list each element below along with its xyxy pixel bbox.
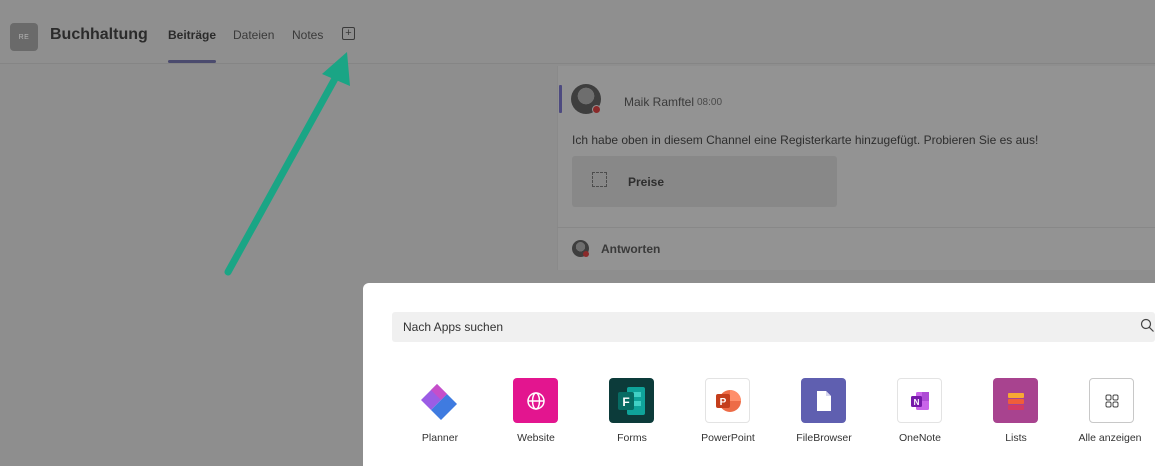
grid-icon bbox=[1089, 378, 1134, 423]
onenote-icon: N bbox=[897, 378, 942, 423]
channel-header: RE Buchhaltung Beiträge Dateien Notes + bbox=[0, 0, 1155, 64]
svg-text:N: N bbox=[913, 398, 919, 407]
reply-status-badge bbox=[583, 251, 589, 257]
team-avatar[interactable]: RE bbox=[10, 23, 38, 51]
file-icon bbox=[801, 378, 846, 423]
app-label: Alle anzeigen bbox=[1078, 432, 1142, 444]
tab-notes[interactable]: Notes bbox=[292, 28, 323, 42]
post-timestamp: 08:00 bbox=[697, 97, 723, 108]
status-badge bbox=[592, 105, 601, 114]
app-label: OneNote bbox=[898, 432, 942, 444]
svg-text:F: F bbox=[622, 395, 629, 409]
app-show-all[interactable]: Alle anzeigen bbox=[1065, 378, 1155, 448]
app-label: Planner bbox=[421, 432, 459, 444]
app-lists[interactable]: Lists bbox=[971, 378, 1061, 448]
post-author[interactable]: Maik Ramftel bbox=[624, 95, 694, 109]
tab-card-label: Preise bbox=[628, 175, 665, 189]
powerpoint-icon: P bbox=[705, 378, 750, 423]
forms-icon: F bbox=[609, 378, 654, 423]
app-label: Forms bbox=[617, 432, 647, 444]
app-forms[interactable]: F Forms bbox=[587, 378, 677, 448]
app-planner[interactable]: Planner bbox=[395, 378, 485, 448]
app-label: Lists bbox=[1005, 432, 1027, 444]
planner-icon bbox=[421, 384, 457, 420]
channel-title: Buchhaltung bbox=[50, 26, 148, 43]
tab-beitraege[interactable]: Beiträge bbox=[168, 28, 216, 42]
plus-square-icon[interactable]: + bbox=[342, 27, 355, 40]
post-text: Ich habe oben in diesem Channel eine Reg… bbox=[572, 133, 1039, 147]
tab-card-preise[interactable] bbox=[572, 156, 837, 207]
active-tab-indicator bbox=[168, 60, 216, 63]
tab-placeholder-icon bbox=[592, 172, 607, 187]
app-label: FileBrowser bbox=[796, 432, 852, 444]
search-placeholder: Nach Apps suchen bbox=[403, 320, 504, 334]
reply-button[interactable]: Antworten bbox=[601, 242, 660, 256]
search-icon[interactable] bbox=[1140, 318, 1155, 333]
svg-text:P: P bbox=[719, 397, 726, 408]
tab-dateien[interactable]: Dateien bbox=[233, 28, 274, 42]
divider bbox=[557, 227, 1155, 228]
app-onenote[interactable]: N OneNote bbox=[875, 378, 965, 448]
app-label: PowerPoint bbox=[701, 432, 755, 444]
app-filebrowser[interactable]: FileBrowser bbox=[779, 378, 869, 448]
search-input[interactable] bbox=[392, 312, 1155, 342]
post-accent-bar bbox=[559, 85, 562, 113]
app-powerpoint[interactable]: P PowerPoint bbox=[683, 378, 773, 448]
app-label: Website bbox=[517, 432, 555, 444]
lists-icon bbox=[993, 378, 1038, 423]
globe-icon bbox=[513, 378, 558, 423]
app-website[interactable]: Website bbox=[491, 378, 581, 448]
